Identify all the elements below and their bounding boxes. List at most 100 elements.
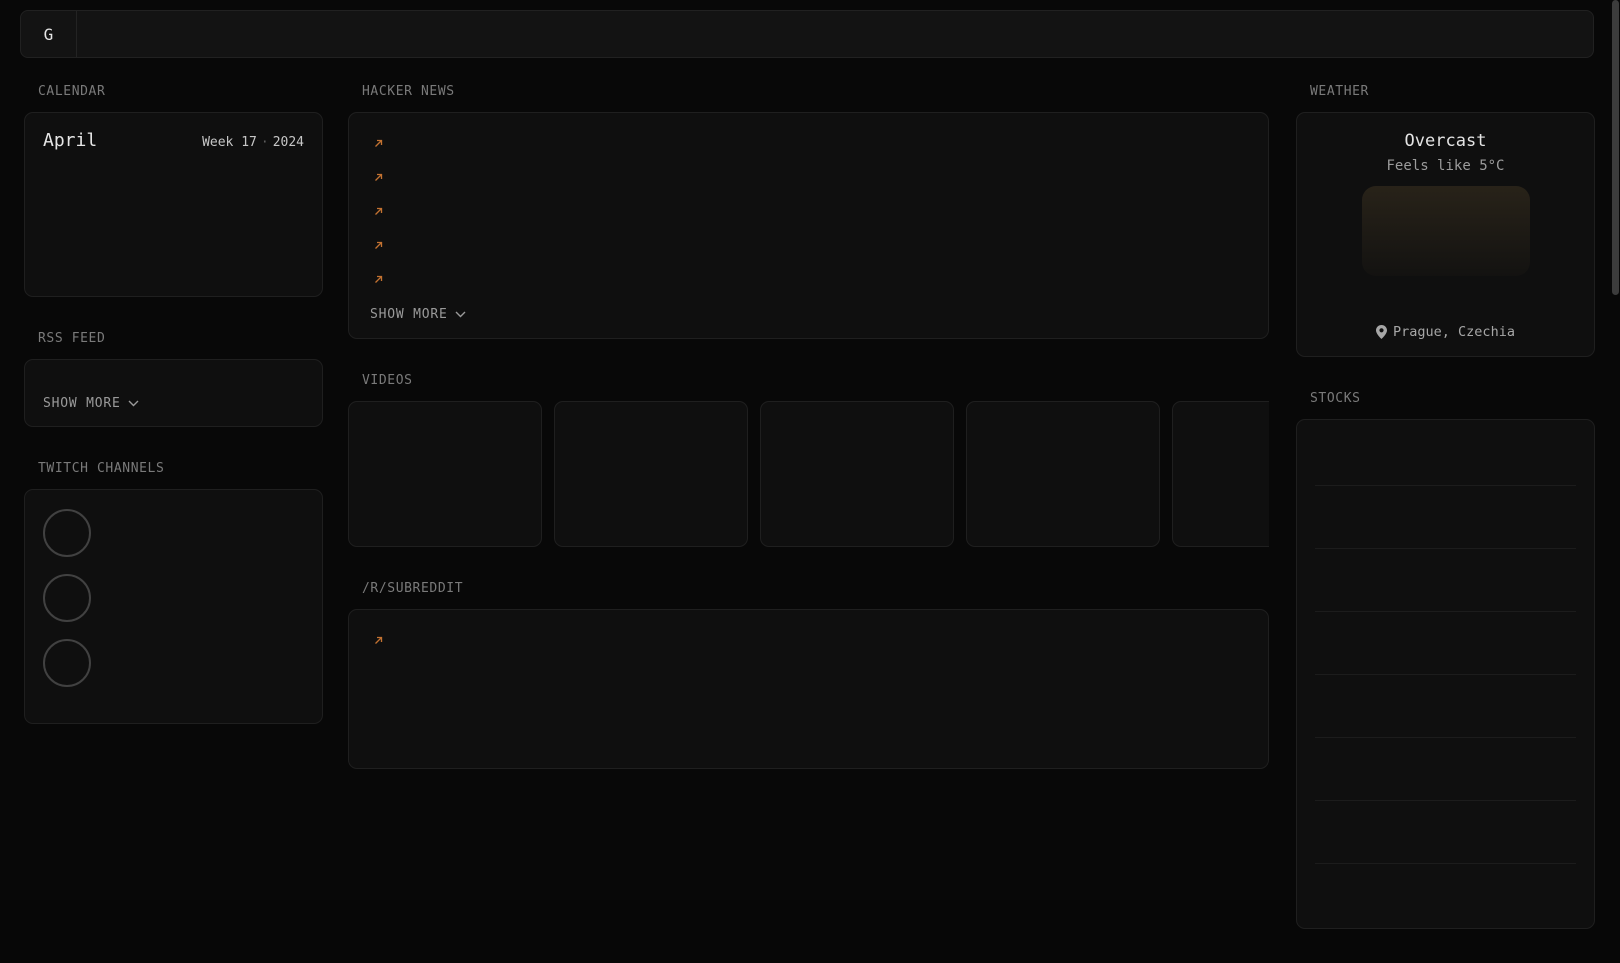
weather-bar-column (1446, 190, 1467, 274)
calendar-section-title: CALENDAR (38, 84, 323, 99)
calendar-weekday-row (43, 161, 304, 191)
weather-widget: Overcast Feels like 5°C (1296, 112, 1595, 357)
video-card[interactable] (554, 401, 748, 547)
weather-bar-column (1467, 190, 1488, 274)
stock-row[interactable] (1315, 422, 1576, 485)
tab-page[interactable] (133, 11, 175, 57)
stock-sparkline (1423, 817, 1495, 847)
tab-page[interactable] (217, 11, 259, 57)
stock-sparkline (1423, 691, 1495, 721)
hackernews-item-meta (370, 134, 1247, 154)
twitch-avatar-wrap (43, 639, 91, 687)
videos-row (348, 401, 1269, 547)
calendar-day (118, 253, 155, 284)
weather-bar-column (1551, 190, 1572, 274)
weather-condition: Overcast (1315, 131, 1576, 151)
weather-hourly-chart (1320, 190, 1572, 294)
stock-identity (1315, 516, 1423, 519)
app-logo: G (21, 11, 77, 57)
videos-section-title: VIDEOS (362, 373, 1269, 388)
video-card[interactable] (966, 401, 1160, 547)
twitch-section: TWITCH CHANNELS (24, 461, 323, 724)
video-thumbnail (761, 402, 953, 511)
top-nav-bar: G (20, 10, 1594, 58)
external-link-icon (374, 636, 383, 645)
scrollbar-thumb[interactable] (1612, 0, 1619, 295)
stock-row[interactable] (1315, 800, 1576, 863)
hackernews-item-meta (370, 236, 1247, 256)
stock-row[interactable] (1315, 548, 1576, 611)
calendar-day (80, 253, 117, 284)
calendar-day (43, 222, 80, 253)
calendar-day (80, 191, 117, 222)
calendar-day (192, 222, 229, 253)
stock-row[interactable] (1315, 737, 1576, 800)
stock-sparkline (1423, 565, 1495, 595)
weather-section-title: WEATHER (1310, 84, 1595, 99)
twitch-avatar-wrap (43, 509, 91, 557)
show-more-label: SHOW MORE (370, 307, 448, 322)
video-thumbnail (1173, 402, 1269, 511)
twitch-channel-row[interactable] (43, 574, 304, 622)
hackernews-item (370, 202, 1247, 222)
hackernews-show-more-button[interactable]: SHOW MORE (370, 307, 1247, 322)
video-card[interactable] (1172, 401, 1269, 547)
subreddit-post-meta (370, 631, 1247, 651)
stock-identity (1315, 894, 1423, 897)
weather-bar-column (1341, 190, 1362, 274)
video-card-body (349, 511, 541, 546)
hackernews-list (370, 134, 1247, 290)
twitch-widget (24, 489, 323, 724)
weather-bar-column (1530, 190, 1551, 274)
subreddit-section: /R/SUBREDDIT (348, 581, 1269, 769)
weather-bar-column (1362, 190, 1383, 274)
weekday-label (229, 161, 266, 191)
weather-bar-column (1404, 190, 1425, 274)
weather-feels-like: Feels like 5°C (1315, 158, 1576, 174)
twitch-channel-row[interactable] (43, 509, 304, 557)
tab-page[interactable] (91, 11, 133, 57)
twitch-section-title: TWITCH CHANNELS (38, 461, 323, 476)
calendar-day (267, 222, 304, 253)
hackernews-widget: SHOW MORE (348, 112, 1269, 339)
weather-location-text: Prague, Czechia (1393, 324, 1515, 340)
calendar-week-year: Week 17·2024 (202, 135, 304, 150)
calendar-day (229, 222, 266, 253)
weekday-label (192, 161, 229, 191)
tab-page[interactable] (175, 11, 217, 57)
stock-row[interactable] (1315, 485, 1576, 548)
stock-identity (1315, 642, 1423, 645)
calendar-day (155, 191, 192, 222)
stock-row[interactable] (1315, 611, 1576, 674)
video-thumbnail (555, 402, 747, 511)
video-thumbnail (349, 402, 541, 511)
rss-section: RSS FEED (24, 331, 323, 427)
location-pin-icon (1376, 325, 1387, 339)
twitch-channel-row[interactable] (43, 639, 304, 687)
calendar-day (118, 191, 155, 222)
external-link-icon (374, 275, 383, 284)
stocks-section-title: STOCKS (1310, 391, 1595, 406)
stock-row[interactable] (1315, 863, 1576, 926)
middle-column: HACKER NEWS (348, 84, 1269, 963)
hackernews-item (370, 270, 1247, 290)
video-card-body (967, 511, 1159, 546)
external-link-icon (374, 207, 383, 216)
stock-row[interactable] (1315, 674, 1576, 737)
chevron-down-icon (455, 311, 466, 318)
weather-bar-column (1509, 190, 1530, 274)
stock-identity (1315, 831, 1423, 834)
hackernews-item-meta (370, 270, 1247, 290)
subreddit-section-title: /R/SUBREDDIT (362, 581, 1269, 596)
stocks-section: STOCKS (1296, 391, 1595, 929)
stock-sparkline (1423, 502, 1495, 532)
calendar-section: CALENDAR April Week 17·2024 (24, 84, 323, 297)
rss-show-more-button[interactable]: SHOW MORE (43, 396, 304, 411)
calendar-day (192, 253, 229, 284)
stock-identity (1315, 579, 1423, 582)
page-scrollbar[interactable] (1612, 0, 1619, 900)
page-tabs (91, 11, 259, 57)
calendar-year: 2024 (273, 135, 304, 150)
video-card[interactable] (760, 401, 954, 547)
video-card[interactable] (348, 401, 542, 547)
